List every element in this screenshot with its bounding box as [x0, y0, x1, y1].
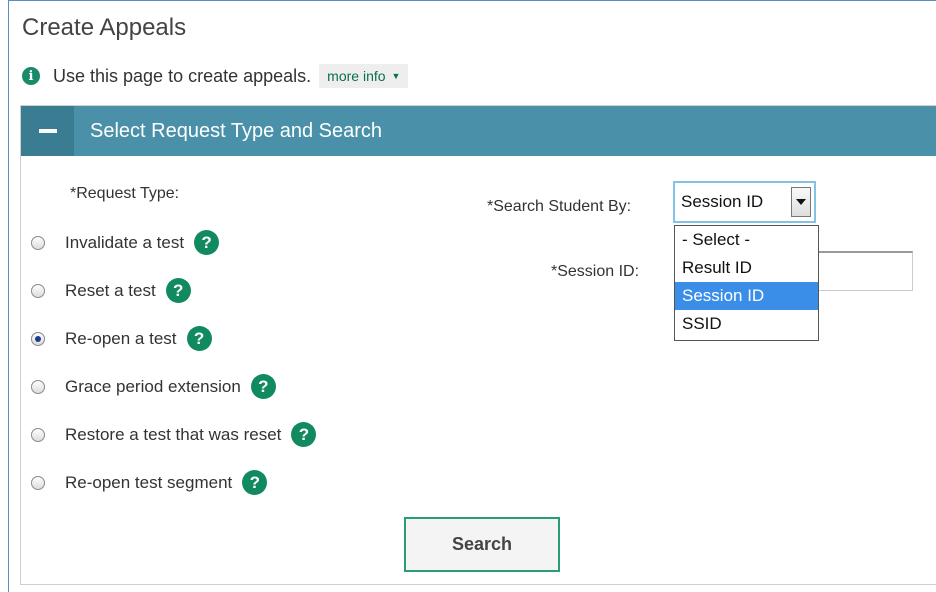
- request-type-label-text[interactable]: Re-open a test: [65, 329, 177, 349]
- request-type-option[interactable]: Re-open test segment ?: [31, 470, 268, 495]
- radio-button[interactable]: [31, 379, 45, 394]
- request-type-option[interactable]: Re-open a test ?: [31, 326, 212, 351]
- dropdown-option[interactable]: - Select -: [675, 226, 818, 254]
- radio-button[interactable]: [31, 235, 45, 250]
- help-icon[interactable]: ?: [291, 422, 317, 447]
- radio-button[interactable]: [31, 283, 45, 298]
- request-type-label: *Request Type:: [70, 185, 180, 202]
- request-type-label-text[interactable]: Reset a test: [65, 281, 156, 301]
- info-row: i Use this page to create appeals. more …: [22, 62, 409, 90]
- session-id-label: *Session ID:: [551, 263, 640, 280]
- request-type-option[interactable]: Grace period extension ?: [31, 374, 276, 399]
- search-by-dropdown-list: - Select - Result ID Session ID SSID: [674, 225, 819, 341]
- help-icon[interactable]: ?: [165, 278, 191, 303]
- request-type-label-text[interactable]: Restore a test that was reset: [65, 425, 281, 445]
- search-by-select[interactable]: Session ID: [673, 181, 816, 223]
- dropdown-arrow-icon[interactable]: [791, 187, 811, 217]
- dropdown-option[interactable]: SSID: [675, 310, 818, 338]
- more-info-label: more info: [327, 68, 386, 84]
- page-title: Create Appeals: [22, 14, 187, 41]
- minus-icon: [38, 129, 57, 133]
- help-icon[interactable]: ?: [186, 326, 212, 351]
- help-icon[interactable]: ?: [242, 470, 268, 495]
- info-text: Use this page to create appeals.: [53, 65, 312, 86]
- panel-title: Select Request Type and Search: [90, 119, 383, 142]
- help-icon[interactable]: ?: [194, 230, 220, 255]
- panel-header: Select Request Type and Search: [21, 106, 936, 156]
- request-type-label-text[interactable]: Invalidate a test: [65, 233, 184, 253]
- request-type-option[interactable]: Reset a test ?: [31, 278, 191, 303]
- info-icon: i: [22, 67, 40, 85]
- request-type-option[interactable]: Restore a test that was reset ?: [31, 422, 317, 447]
- radio-button[interactable]: [31, 475, 45, 490]
- collapse-button[interactable]: [21, 106, 74, 156]
- search-button[interactable]: Search: [404, 517, 560, 572]
- caret-down-icon: ▼: [391, 71, 401, 81]
- request-type-label-text[interactable]: Re-open test segment: [65, 473, 232, 493]
- radio-button[interactable]: [31, 427, 45, 442]
- request-type-option[interactable]: Invalidate a test ?: [31, 230, 220, 255]
- search-by-label: *Search Student By:: [487, 198, 632, 215]
- request-panel: Select Request Type and Search *Request …: [20, 105, 936, 585]
- search-by-value: Session ID: [681, 192, 764, 211]
- dropdown-option[interactable]: Result ID: [675, 254, 818, 282]
- help-icon[interactable]: ?: [250, 374, 276, 399]
- session-id-input[interactable]: [813, 251, 913, 291]
- more-info-button[interactable]: more info ▼: [319, 64, 409, 88]
- dropdown-option-selected[interactable]: Session ID: [675, 282, 818, 310]
- radio-button-checked[interactable]: [31, 331, 45, 346]
- request-type-label-text[interactable]: Grace period extension: [65, 377, 241, 397]
